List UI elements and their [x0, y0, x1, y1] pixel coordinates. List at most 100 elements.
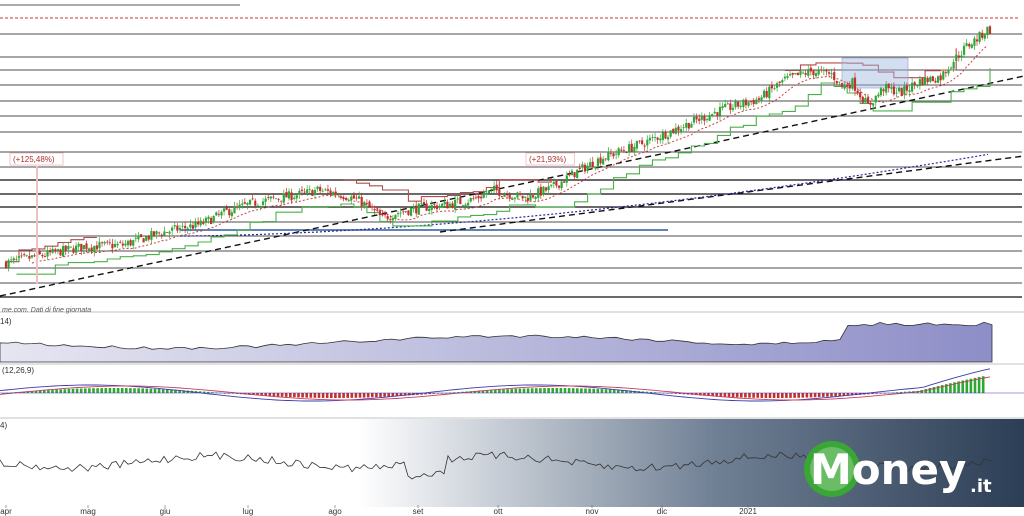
- candle-body: [337, 194, 340, 196]
- candle-body: [635, 141, 639, 149]
- candle-body: [677, 126, 680, 131]
- candle-body: [311, 190, 314, 196]
- candle-body: [186, 228, 189, 230]
- gain-annotation-1: (+125,48%): [9, 152, 64, 166]
- macd-histogram-bar: [297, 393, 300, 398]
- candle-body: [628, 144, 631, 153]
- candle-body: [324, 189, 327, 191]
- candle-body: [895, 92, 898, 94]
- candle-body: [285, 191, 288, 198]
- candle-body: [830, 73, 833, 75]
- candle-body: [222, 208, 226, 212]
- macd-histogram-bar: [104, 388, 108, 393]
- candle-body: [422, 202, 426, 204]
- candle-body: [835, 81, 838, 84]
- candle-body: [235, 206, 239, 208]
- candle-body: [508, 194, 511, 199]
- macd-histogram-bar: [325, 393, 329, 398]
- candle-body: [480, 196, 483, 199]
- candle-body: [827, 72, 831, 74]
- candle-body: [238, 204, 241, 208]
- candle-body: [142, 238, 145, 243]
- candle-body: [770, 85, 774, 89]
- candle-body: [900, 88, 903, 96]
- macd-histogram-bar: [330, 393, 333, 398]
- candle-body: [659, 138, 662, 141]
- candle-body: [776, 83, 779, 88]
- candle-body: [599, 157, 602, 164]
- macd-histogram-bar: [75, 388, 79, 393]
- candle-body: [739, 105, 742, 107]
- macd-histogram-bar: [63, 389, 67, 393]
- macd-histogram-bar: [834, 393, 837, 397]
- candle-body: [220, 211, 223, 216]
- macd-histogram-bar: [498, 389, 501, 393]
- candle-body: [726, 103, 729, 105]
- macd-histogram-bar: [79, 388, 83, 393]
- candle-body: [464, 204, 467, 207]
- candle-body: [981, 32, 984, 38]
- candle-body: [978, 31, 981, 42]
- candle-body: [152, 231, 156, 237]
- macd-histogram-bar: [112, 388, 116, 393]
- candle-body: [485, 193, 488, 195]
- candle-body: [487, 190, 491, 194]
- candle-body: [474, 197, 478, 199]
- candle-body: [124, 243, 127, 246]
- candle-body: [578, 168, 581, 169]
- macd-histogram-bar: [354, 393, 358, 398]
- candle-body: [859, 92, 862, 98]
- macd-histogram-bar: [530, 388, 534, 393]
- macd-histogram-bar: [772, 393, 776, 398]
- candle-body: [817, 70, 820, 75]
- macd-histogram-bar: [51, 389, 54, 393]
- candle-body: [448, 203, 452, 208]
- candle-body: [687, 122, 690, 129]
- candle-body: [199, 220, 202, 226]
- macd-histogram-bar: [268, 393, 272, 397]
- candle-body: [570, 170, 574, 176]
- macd-histogram-bar: [559, 388, 563, 393]
- candle-body: [812, 69, 815, 76]
- candle-body: [921, 78, 924, 85]
- macd-histogram-bar: [366, 393, 370, 398]
- candle-body: [630, 143, 633, 152]
- candle-body: [539, 186, 542, 196]
- candle-body: [210, 218, 213, 225]
- candle-body: [724, 104, 727, 107]
- macd-histogram-bar: [584, 388, 587, 393]
- macd-histogram-bar: [166, 389, 169, 393]
- candle-body: [158, 232, 161, 234]
- macd-histogram-bar: [55, 389, 58, 393]
- macd-histogram-bar: [600, 389, 604, 393]
- candle-body: [287, 191, 291, 199]
- candle-body: [968, 43, 971, 47]
- candle-body: [129, 240, 132, 246]
- candle-body: [936, 76, 940, 83]
- candle-body: [126, 240, 130, 246]
- candle-body: [602, 159, 605, 165]
- candle-body: [23, 254, 26, 256]
- candle-body: [98, 242, 101, 249]
- volume-panel-label: 14): [0, 317, 12, 326]
- candle-body: [386, 216, 389, 220]
- candle-body: [518, 193, 522, 195]
- macd-histogram-bar: [608, 389, 612, 393]
- candle-body: [615, 153, 618, 155]
- candle-body: [742, 99, 745, 108]
- candle-body: [277, 198, 280, 200]
- candle-body: [267, 197, 270, 198]
- candle-body: [500, 196, 503, 197]
- macd-histogram-bar: [280, 393, 284, 397]
- candle-body: [755, 99, 758, 105]
- macd-histogram-bar: [526, 388, 530, 393]
- macd-histogram-bar: [321, 393, 325, 398]
- candle-body: [825, 70, 828, 72]
- candle-body: [350, 196, 353, 201]
- candle-body: [345, 197, 348, 200]
- candle-body: [957, 55, 960, 58]
- x-tick-label: ott: [494, 507, 504, 516]
- candle-body: [396, 213, 400, 215]
- candle-body: [581, 164, 584, 168]
- macd-histogram-bar: [383, 393, 386, 397]
